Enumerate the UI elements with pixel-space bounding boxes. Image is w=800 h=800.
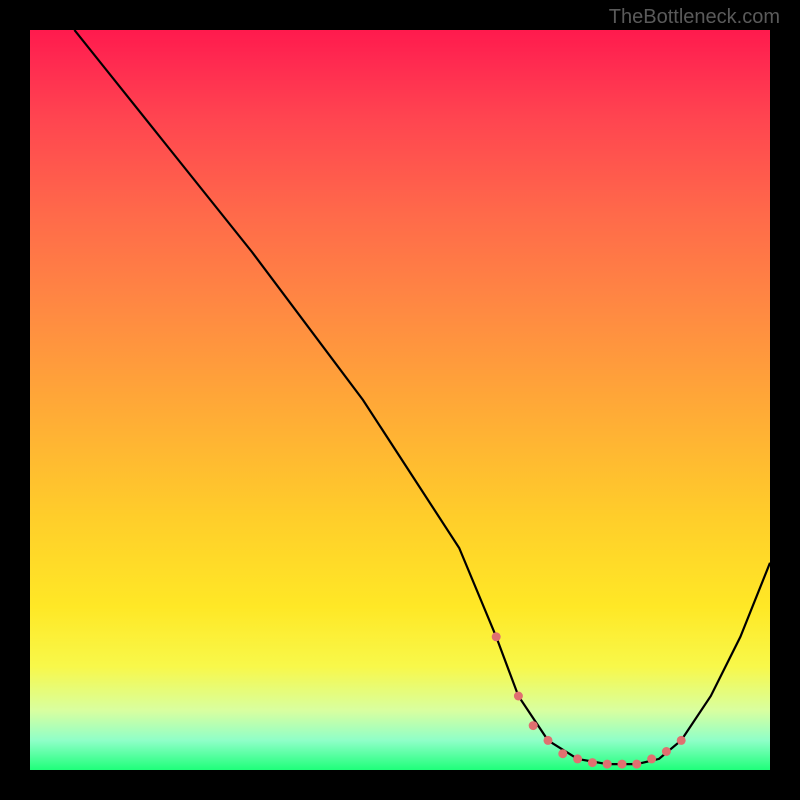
bottleneck-curve-line [74, 30, 770, 764]
valley-marker [647, 754, 656, 763]
valley-marker [544, 736, 553, 745]
valley-marker [588, 758, 597, 767]
valley-marker [573, 754, 582, 763]
valley-marker [618, 760, 627, 769]
chart-svg [30, 30, 770, 770]
chart-plot-area [30, 30, 770, 770]
valley-marker [514, 692, 523, 701]
valley-marker [632, 760, 641, 769]
valley-marker [662, 747, 671, 756]
valley-marker [558, 749, 567, 758]
valley-marker [529, 721, 538, 730]
valley-marker [677, 736, 686, 745]
watermark-text: TheBottleneck.com [609, 6, 780, 29]
valley-marker [492, 632, 501, 641]
valley-marker [603, 760, 612, 769]
